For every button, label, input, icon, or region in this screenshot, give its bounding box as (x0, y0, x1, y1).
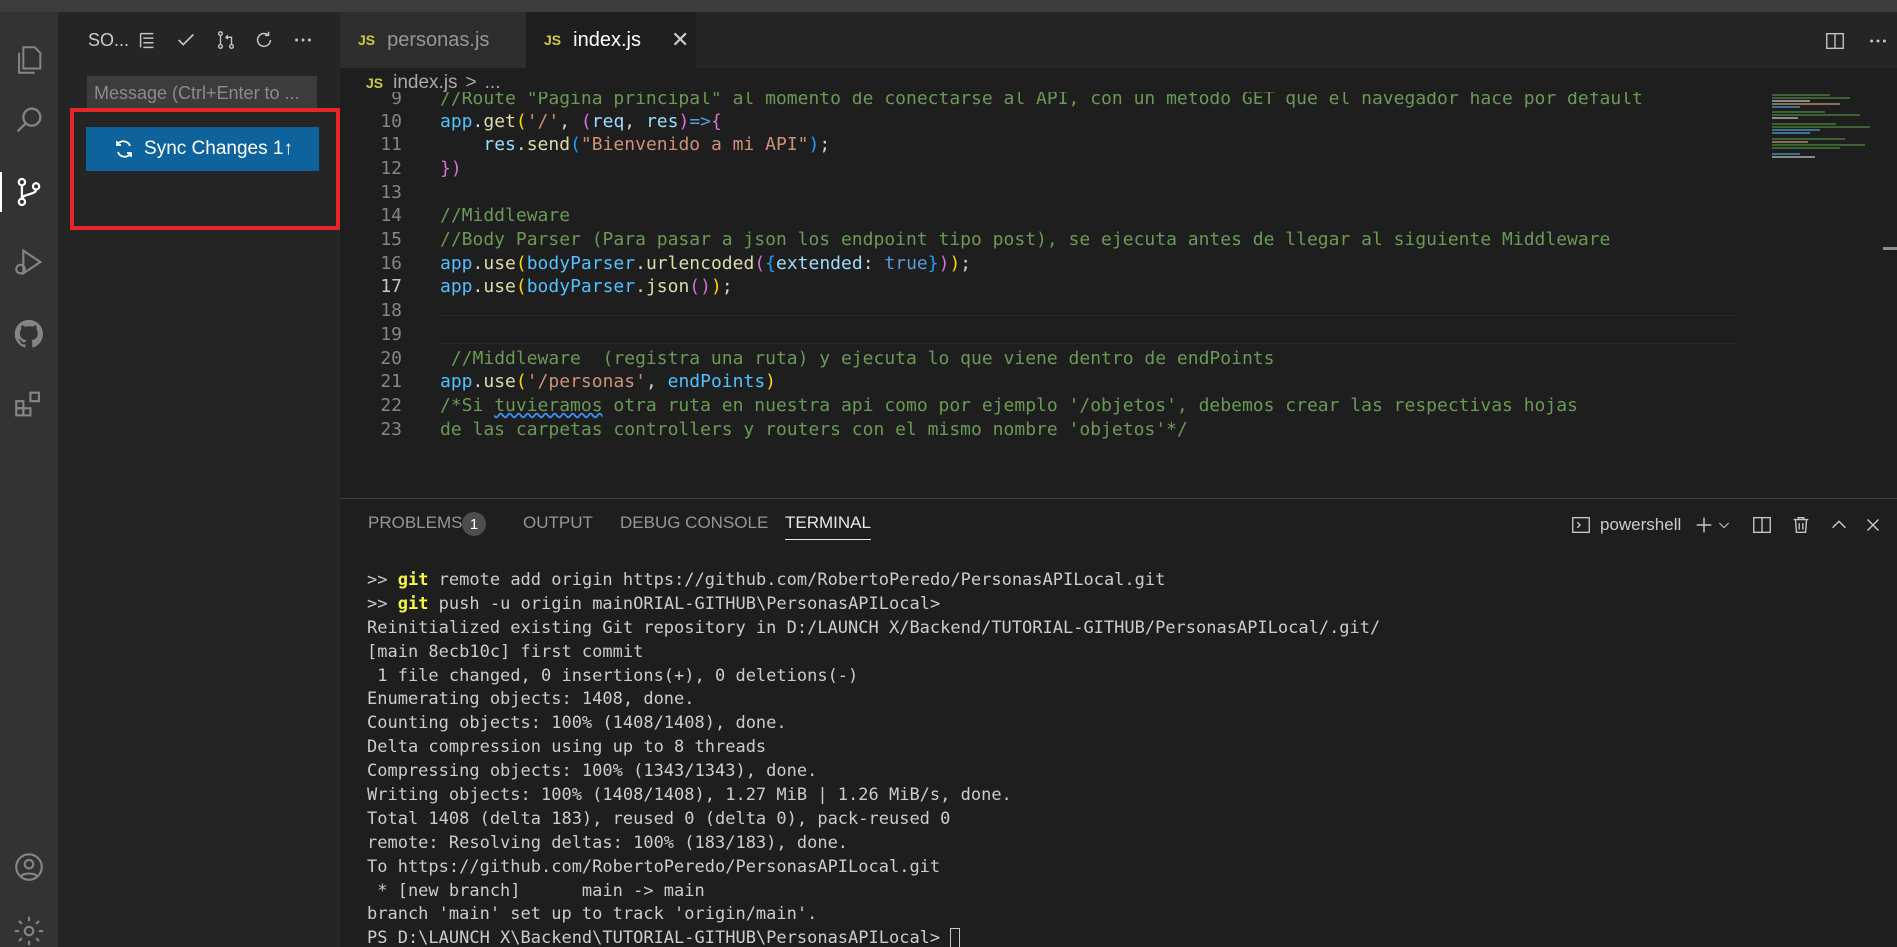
tab-label: index.js (573, 28, 641, 51)
run-debug-icon[interactable] (0, 238, 58, 286)
pull-request-icon[interactable] (212, 26, 240, 54)
scrollbar-marker (1883, 247, 1897, 250)
panel-tabs: PROBLEMS 1 OUTPUT DEBUG CONSOLE TERMINAL… (340, 499, 1897, 543)
split-editor-icon[interactable] (1820, 26, 1850, 56)
js-file-icon: JS (366, 75, 384, 91)
shell-label: powershell (1600, 515, 1682, 534)
minimap[interactable] (1770, 92, 1880, 172)
line-number: 23 (380, 419, 402, 440)
split-terminal-icon[interactable] (1751, 511, 1773, 539)
refresh-icon[interactable] (250, 26, 278, 54)
js-file-icon: JS (358, 32, 376, 48)
github-icon[interactable] (0, 310, 58, 358)
terminal-line: To https://github.com/RobertoPeredo/Pers… (367, 856, 941, 877)
terminal-line: Counting objects: 100% (1408/1408), done… (367, 713, 787, 734)
tab-terminal[interactable]: TERMINAL (785, 513, 871, 540)
title-bar (0, 0, 1897, 12)
tab-index-js[interactable]: JS index.js ✕ (526, 12, 696, 68)
extensions-icon[interactable] (0, 380, 58, 428)
editor-tabs: JS personas.js JS index.js ✕ (340, 12, 1897, 68)
terminal-line: Writing objects: 100% (1408/1408), 1.27 … (367, 785, 1012, 806)
chevron-down-icon[interactable] (1716, 511, 1732, 539)
new-terminal-icon[interactable] (1693, 511, 1715, 539)
terminal-line: >> git push -u origin mainORIAL-GITHUB\P… (367, 593, 941, 614)
account-icon[interactable] (0, 843, 58, 891)
terminal-line: * [new branch] main -> main (367, 880, 705, 901)
spelling-squiggle: tuvieramos (494, 395, 603, 416)
view-as-tree-icon[interactable] (133, 26, 161, 54)
terminal-line: 1 file changed, 0 insertions(+), 0 delet… (367, 665, 859, 686)
search-icon[interactable] (0, 96, 58, 144)
terminal-line: Compressing objects: 100% (1343/1343), d… (367, 761, 818, 782)
terminal-line: Reinitialized existing Git repository in… (367, 617, 1381, 638)
activity-bar (0, 12, 58, 947)
close-tab-icon[interactable]: ✕ (671, 27, 689, 53)
commit-message-input[interactable] (87, 76, 317, 110)
breadcrumb-symbols[interactable]: ... (485, 72, 501, 94)
sidebar-title: SO... (88, 30, 130, 50)
trash-icon[interactable] (1790, 511, 1812, 539)
code-line: 23 de las carpetas controllers y routers … (340, 415, 1740, 444)
tab-output[interactable]: OUTPUT (523, 513, 593, 533)
terminal-line: [main 8ecb10c] first commit (367, 641, 644, 662)
terminal-line: branch 'main' set up to track 'origin/ma… (367, 904, 818, 925)
terminal-cursor (950, 928, 961, 947)
more-actions-icon[interactable] (1863, 26, 1893, 56)
sync-changes-button[interactable]: Sync Changes 1↑ (86, 127, 319, 171)
terminal-line: >> git remote add origin https://github.… (367, 570, 1166, 590)
bottom-panel: PROBLEMS 1 OUTPUT DEBUG CONSOLE TERMINAL… (340, 498, 1897, 947)
settings-gear-icon[interactable] (0, 907, 58, 947)
commit-check-icon[interactable] (172, 26, 200, 54)
tab-debug-console[interactable]: DEBUG CONSOLE (620, 513, 768, 533)
more-actions-icon[interactable] (289, 26, 317, 54)
sync-button-label: Sync Changes 1↑ (144, 138, 293, 159)
terminal-line: Enumerating objects: 1408, done. (367, 689, 695, 710)
source-control-icon[interactable] (0, 168, 58, 216)
source-control-sidebar: SO... Sync Changes 1↑ (58, 12, 340, 947)
terminal-shell-selector[interactable]: powershell (1570, 511, 1681, 539)
sync-arrow-up-icon: ↑ (283, 138, 293, 159)
js-file-icon: JS (544, 32, 562, 48)
terminal-line: Delta compression using up to 8 threads (367, 737, 767, 758)
terminal-line: remote: Resolving deltas: 100% (183/183)… (367, 832, 849, 853)
tab-personas-js[interactable]: JS personas.js (340, 12, 526, 68)
breadcrumb-separator: > (465, 72, 477, 93)
terminal-line: PS D:\LAUNCH X\Backend\TUTORIAL-GITHUB\P… (367, 927, 1380, 947)
sync-icon (116, 140, 132, 158)
tab-problems[interactable]: PROBLEMS (368, 513, 462, 533)
terminal-output[interactable]: >> git remote add origin https://github.… (367, 569, 1380, 947)
maximize-panel-icon[interactable] (1828, 511, 1850, 539)
sidebar-header: SO... (58, 12, 340, 66)
terminal-line: Total 1408 (delta 183), reused 0 (delta … (367, 808, 951, 829)
explorer-icon[interactable] (0, 36, 58, 84)
problems-count-badge: 1 (462, 512, 486, 536)
terminal-icon (1572, 516, 1590, 534)
code-editor[interactable]: 9//Route "Pagina principal" al momento d… (340, 92, 1897, 498)
tab-label: personas.js (387, 28, 490, 51)
close-panel-icon[interactable] (1862, 511, 1884, 539)
breadcrumb-file[interactable]: index.js (393, 72, 457, 94)
